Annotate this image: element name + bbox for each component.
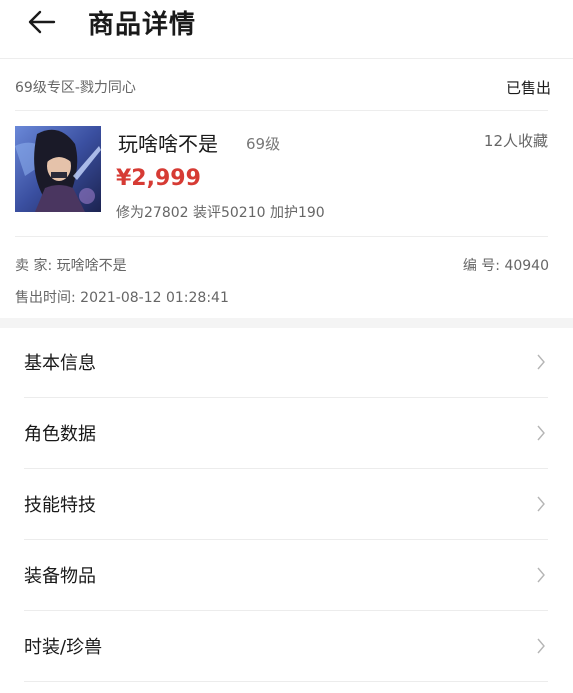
zone-label: 69级专区-戮力同心	[15, 80, 136, 96]
character-level: 69级	[246, 135, 281, 153]
menu-item-label: 装备物品	[24, 566, 96, 587]
status-badge: 已售出	[505, 79, 551, 97]
menu-item-label: 角色数据	[24, 424, 96, 445]
page-title: 商品详情	[88, 10, 197, 40]
chevron-right-icon	[537, 354, 545, 370]
price: ¥2,999	[116, 166, 201, 191]
menu-item-character-data[interactable]: 角色数据	[0, 398, 573, 469]
seller-info: 卖 家: 玩啥啥不是	[15, 258, 127, 274]
chevron-right-icon	[537, 496, 545, 512]
character-name: 玩啥啥不是	[118, 132, 218, 156]
character-stats: 修为27802 装评50210 加护190	[116, 205, 325, 221]
zone-divider	[15, 110, 548, 111]
chevron-right-icon	[537, 567, 545, 583]
favorites-count: 12人收藏	[483, 132, 548, 150]
chevron-right-icon	[537, 425, 545, 441]
top-bar: 商品详情	[0, 0, 573, 52]
menu-item-label: 基本信息	[24, 353, 96, 374]
chevron-right-icon	[537, 638, 545, 654]
menu-item-basic-info[interactable]: 基本信息	[0, 327, 573, 398]
character-avatar[interactable]	[15, 126, 101, 212]
menu-item-equipment[interactable]: 装备物品	[0, 540, 573, 611]
menu-item-label: 时装/珍兽	[24, 637, 103, 658]
item-code: 编 号: 40940	[462, 258, 549, 274]
menu-divider	[24, 681, 548, 682]
header-divider	[0, 58, 573, 59]
product-divider	[15, 236, 548, 237]
menu-item-fashion-pets[interactable]: 时装/珍兽	[0, 611, 573, 682]
sold-time: 售出时间: 2021-08-12 01:28:41	[15, 290, 229, 306]
menu-item-label: 技能特技	[24, 495, 96, 516]
back-arrow-icon[interactable]	[26, 6, 58, 38]
menu-item-skills[interactable]: 技能特技	[0, 469, 573, 540]
